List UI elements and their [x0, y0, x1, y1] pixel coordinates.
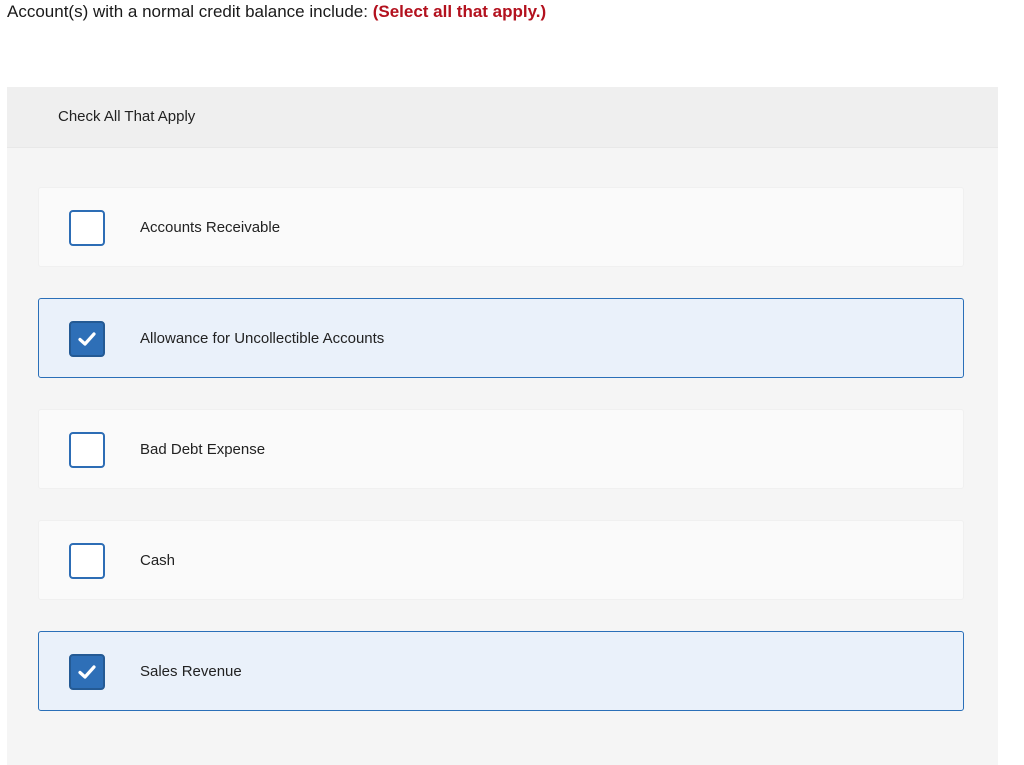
checkmark-icon: [78, 332, 96, 346]
checkbox[interactable]: [69, 543, 105, 579]
question-text: Account(s) with a normal credit balance …: [7, 2, 368, 21]
option-label: Cash: [140, 552, 176, 569]
checkmark-icon: [78, 665, 96, 679]
checkbox-checked[interactable]: [69, 654, 105, 690]
option-cash[interactable]: Cash: [38, 520, 964, 600]
option-allowance-for-uncollectible-accounts[interactable]: Allowance for Uncollectible Accounts: [38, 298, 964, 378]
question-prompt: Account(s) with a normal credit balance …: [7, 0, 546, 24]
checkbox[interactable]: [69, 210, 105, 246]
panel-title: Check All That Apply: [58, 108, 196, 125]
option-label: Allowance for Uncollectible Accounts: [140, 330, 385, 347]
option-bad-debt-expense[interactable]: Bad Debt Expense: [38, 409, 964, 489]
check-all-panel: Check All That Apply Accounts Receivable…: [7, 87, 998, 765]
checkbox[interactable]: [69, 432, 105, 468]
page: Account(s) with a normal credit balance …: [0, 0, 1024, 765]
checkbox-checked[interactable]: [69, 321, 105, 357]
option-sales-revenue[interactable]: Sales Revenue: [38, 631, 964, 711]
panel-header: Check All That Apply: [7, 87, 998, 148]
option-accounts-receivable[interactable]: Accounts Receivable: [38, 187, 964, 267]
question-instruction: (Select all that apply.): [372, 2, 547, 21]
option-label: Sales Revenue: [140, 663, 242, 680]
option-label: Accounts Receivable: [140, 219, 281, 236]
option-label: Bad Debt Expense: [140, 441, 266, 458]
